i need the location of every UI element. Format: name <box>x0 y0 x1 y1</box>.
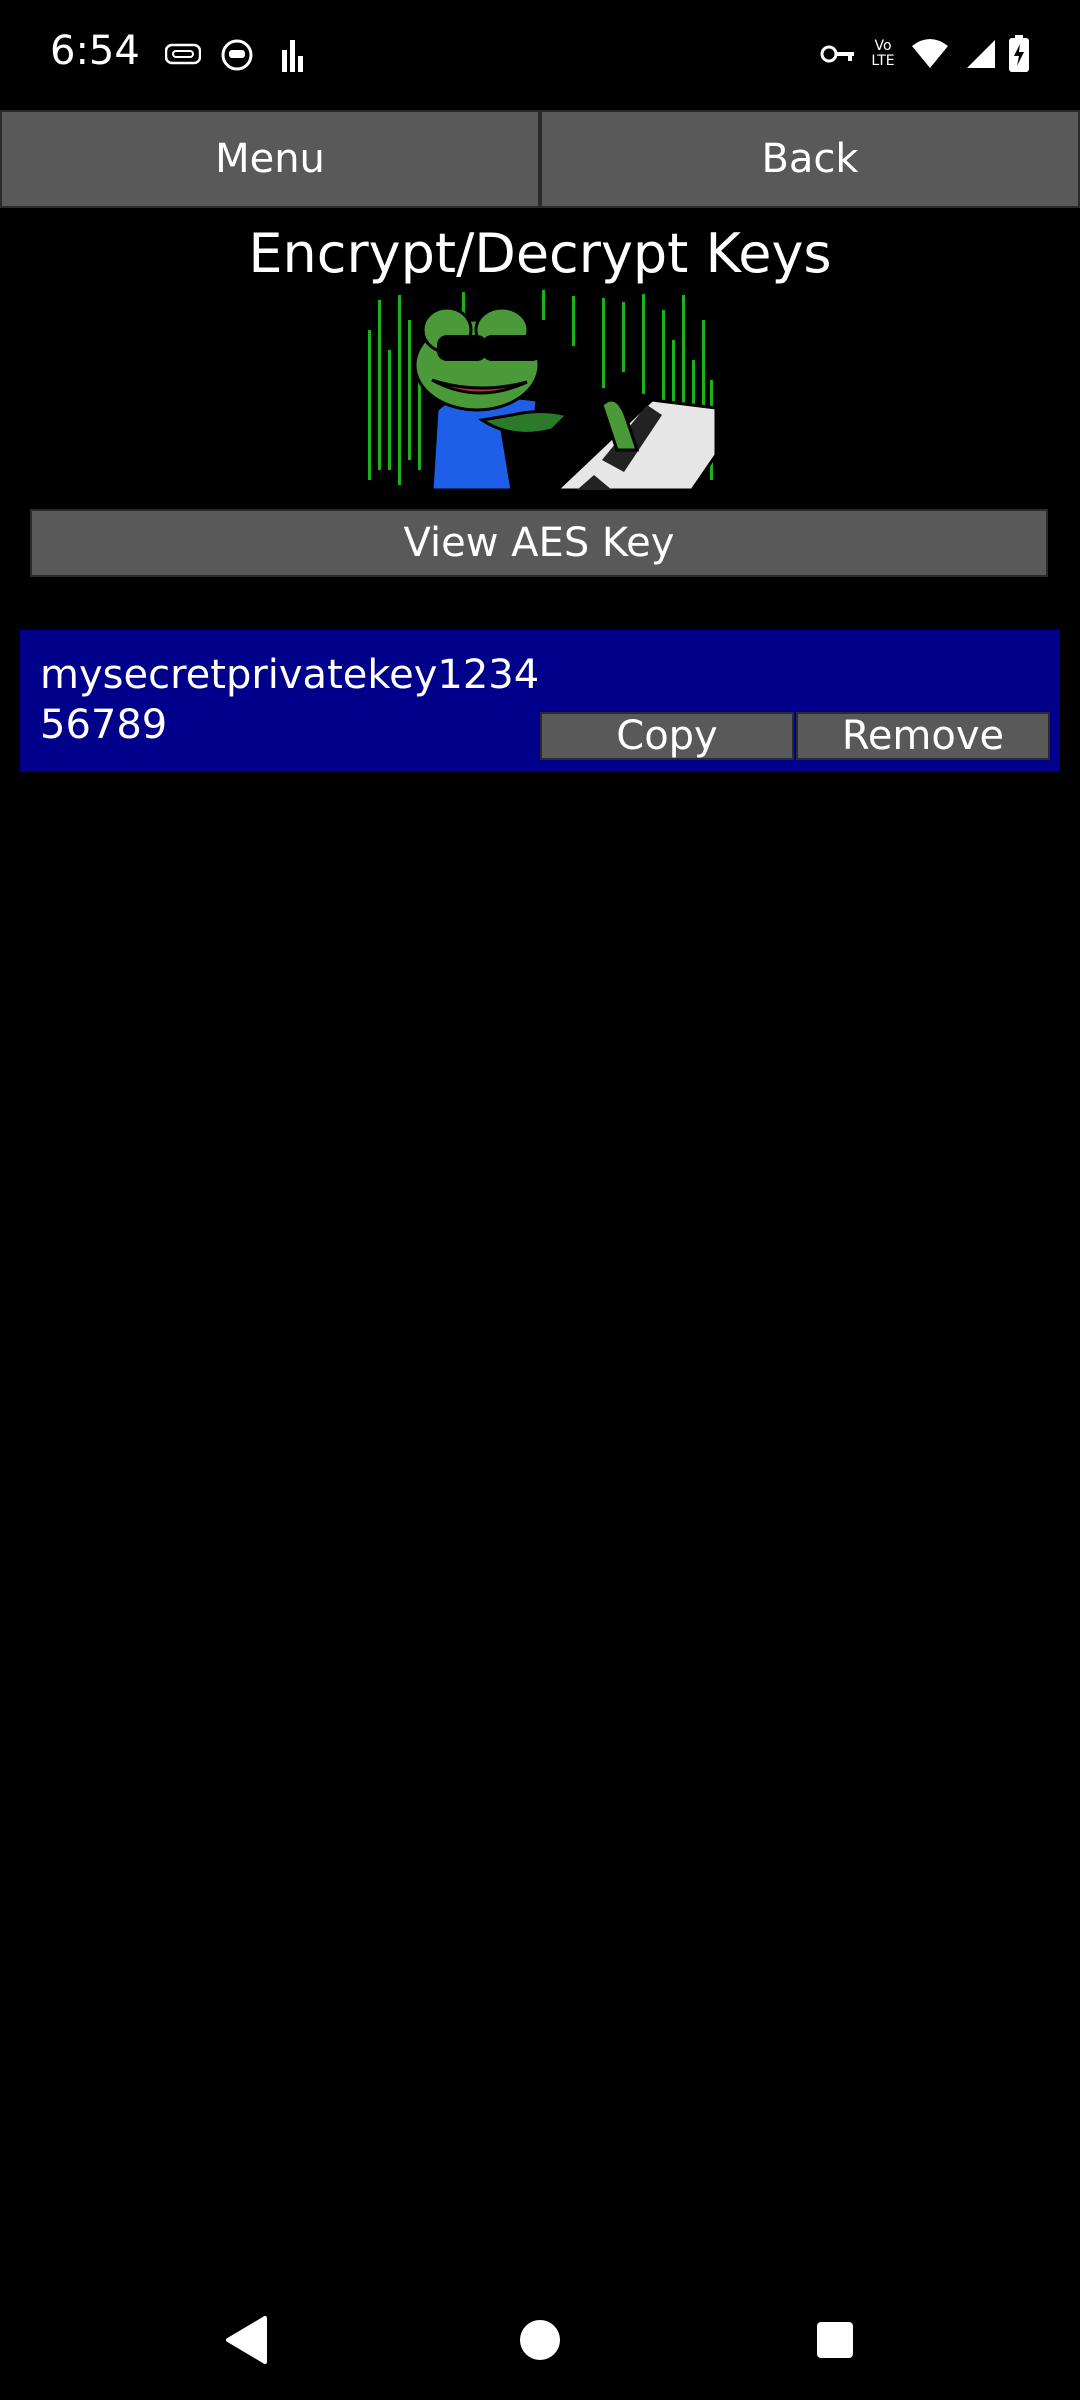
bar-chart-icon <box>280 30 306 78</box>
copy-button[interactable]: Copy <box>540 712 794 760</box>
status-time: 6:54 <box>50 28 140 74</box>
back-button[interactable]: Back <box>540 110 1080 208</box>
signal-icon <box>965 30 997 78</box>
home-circle-icon[interactable] <box>518 2310 562 2374</box>
cat-face-icon <box>220 30 254 78</box>
volte-icon: Vo LTE <box>871 38 895 69</box>
status-bar: 6:54 Vo LTE <box>0 0 1080 110</box>
menu-button[interactable]: Menu <box>0 110 540 208</box>
back-triangle-icon[interactable] <box>220 2310 270 2374</box>
page-title: Encrypt/Decrypt Keys <box>248 222 832 285</box>
remove-button[interactable]: Remove <box>796 712 1050 760</box>
view-aes-key-button[interactable]: View AES Key <box>30 509 1048 577</box>
top-button-row: Menu Back <box>0 110 1080 208</box>
key-value-text: mysecretprivatekey123456789 <box>40 652 540 748</box>
vpn-badge-icon <box>165 30 201 78</box>
battery-charging-icon <box>1008 30 1030 78</box>
key-list-item: mysecretprivatekey123456789 Copy Remove <box>20 630 1060 772</box>
recents-square-icon[interactable] <box>813 2310 857 2374</box>
system-nav-bar <box>0 2280 1080 2400</box>
wifi-icon <box>910 30 950 78</box>
key-icon <box>820 30 856 78</box>
hacker-frog-image <box>362 290 716 490</box>
